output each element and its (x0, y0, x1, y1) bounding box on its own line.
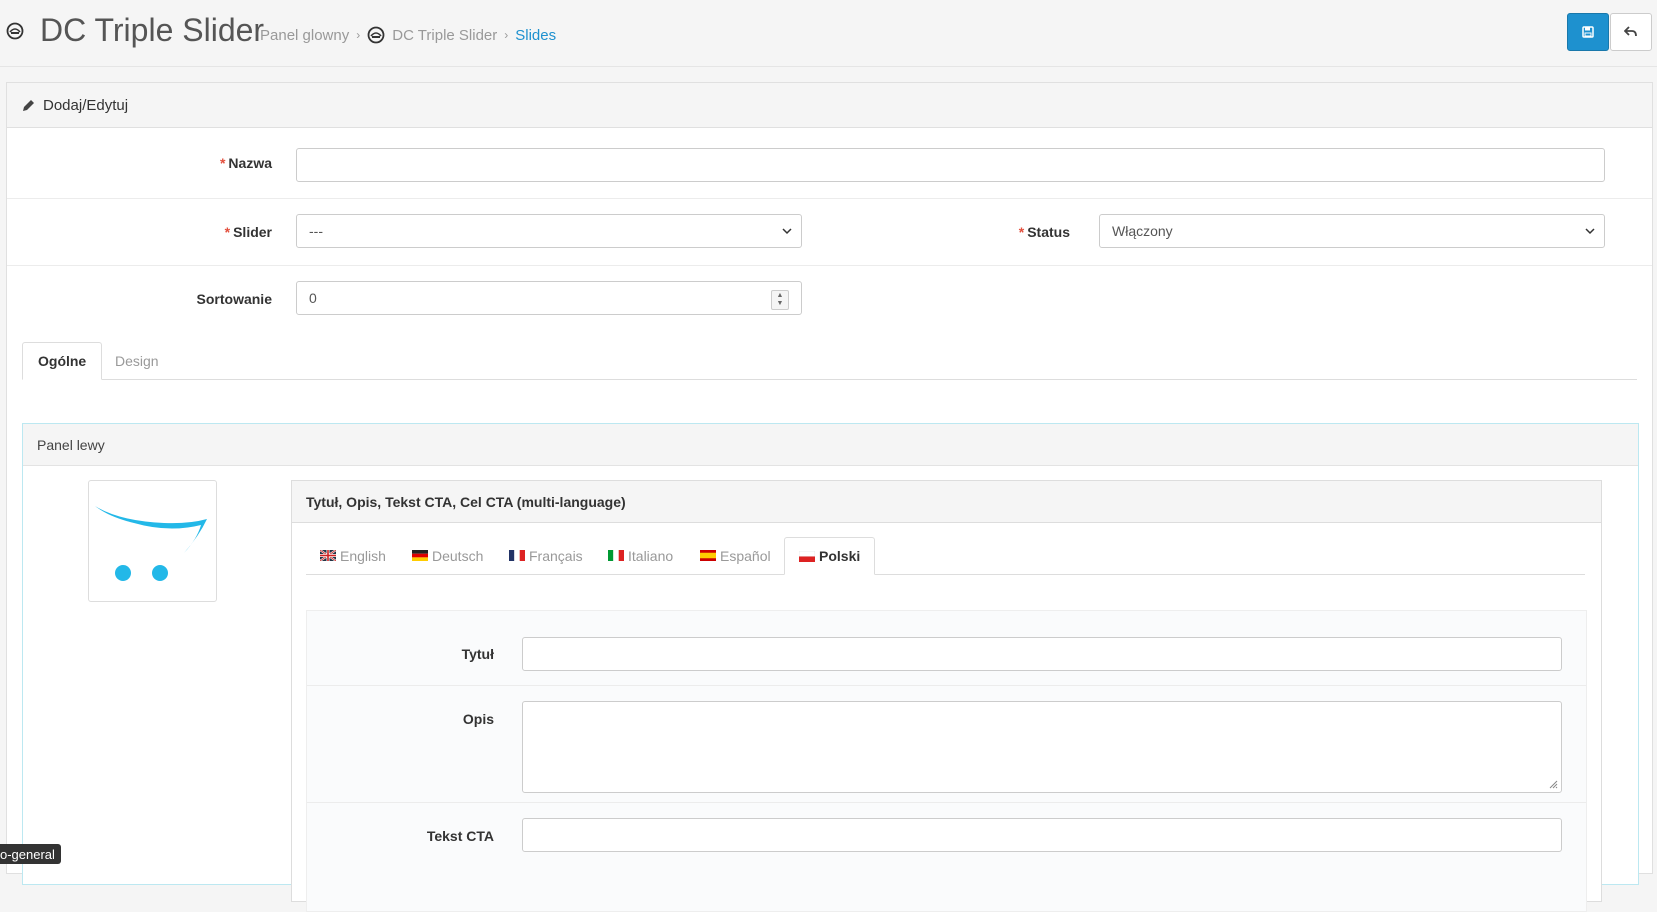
description-textarea[interactable] (522, 701, 1562, 793)
module-logo-icon (367, 26, 385, 44)
tab-lang-deutsch[interactable]: Deutsch (398, 537, 497, 574)
flag-it-icon (608, 550, 624, 561)
status-label: * Status (1018, 224, 1070, 240)
tab-lang-italiano[interactable]: Italiano (594, 537, 687, 574)
breadcrumb-separator-icon: › (504, 28, 509, 42)
name-row: * Nazwa (7, 128, 1652, 199)
left-panel-heading: Panel lewy (23, 424, 1638, 466)
save-button[interactable] (1567, 13, 1609, 51)
breadcrumb-separator-icon: › (356, 28, 361, 42)
slider-select[interactable]: --- (296, 214, 802, 248)
cta-text-label: Tekst CTA (426, 828, 494, 844)
cart-logo-icon (95, 506, 207, 581)
tab-general[interactable]: Ogólne (22, 342, 103, 380)
edit-panel: Dodaj/Edytuj * Nazwa * Slider --- * Status … (6, 82, 1653, 912)
name-label: * Nazwa (219, 155, 272, 171)
cta-text-row: Tekst CTA (307, 803, 1586, 883)
breadcrumb-home[interactable]: Panel glowny (260, 27, 349, 44)
tab-lang-english[interactable]: English (306, 537, 400, 574)
resize-grip-icon[interactable] (1548, 779, 1558, 789)
status-select-value: Włączony (1112, 223, 1173, 239)
sort-row: Sortowanie 0 ▲ ▼ (7, 266, 1652, 332)
chevron-down-icon (782, 228, 792, 235)
description-label: Opis (462, 711, 494, 727)
flag-es-icon (700, 550, 716, 561)
cta-text-input[interactable] (522, 818, 1562, 852)
tooltip: o-general (0, 844, 61, 864)
breadcrumb-current[interactable]: Slides (515, 27, 556, 44)
multilanguage-heading: Tytuł, Opis, Tekst CTA, Cel CTA (multi-l… (292, 481, 1601, 523)
pencil-icon (23, 99, 34, 111)
save-icon (1582, 26, 1594, 38)
flag-de-icon (412, 550, 428, 561)
chevron-down-icon (1585, 228, 1595, 235)
status-select[interactable]: Włączony (1099, 214, 1605, 248)
panel-heading: Dodaj/Edytuj (7, 83, 1652, 128)
language-content-polski: Tytuł Opis Tekst CTA (306, 610, 1587, 912)
tab-design[interactable]: Design (100, 342, 174, 379)
description-row: Opis (307, 686, 1586, 803)
flag-pl-icon (799, 550, 815, 562)
sort-input[interactable]: 0 ▲ ▼ (296, 281, 802, 315)
breadcrumb: Panel glowny › DC Triple Slider › Slides (260, 26, 556, 44)
slide-image-thumbnail[interactable] (88, 480, 217, 602)
back-button[interactable] (1610, 13, 1652, 51)
tab-lang-polski[interactable]: Polski (784, 537, 876, 575)
flag-uk-icon (320, 550, 336, 561)
sort-value: 0 (309, 290, 317, 306)
breadcrumb-module[interactable]: DC Triple Slider (392, 27, 497, 44)
title-label: Tytuł (461, 646, 494, 662)
tab-lang-francais[interactable]: Français (495, 537, 597, 574)
slider-status-row: * Slider --- * Status Włączony (7, 199, 1652, 266)
title-row: Tytuł (307, 611, 1586, 686)
module-logo-icon (6, 22, 24, 40)
flag-fr-icon (509, 550, 525, 561)
multilanguage-panel: Tytuł, Opis, Tekst CTA, Cel CTA (multi-l… (291, 480, 1602, 912)
tab-lang-espanol[interactable]: Español (686, 537, 785, 574)
number-spinner[interactable]: ▲ ▼ (771, 290, 789, 310)
panel-heading-title: Dodaj/Edytuj (43, 96, 129, 114)
left-panel: Panel lewy Tytuł, Opis, Tekst CTA, Cel C… (22, 423, 1639, 912)
language-tabs: English Deutsch Français Italiano Españo… (306, 537, 1585, 575)
main-tabs: Ogólne Design (22, 342, 1637, 380)
slider-select-value: --- (309, 223, 323, 239)
reply-icon (1624, 26, 1637, 37)
page-header: DC Triple Slider Panel glowny › DC Tripl… (0, 0, 1657, 67)
slider-label: * Slider (224, 224, 272, 240)
title-input[interactable] (522, 637, 1562, 671)
sort-label: Sortowanie (196, 291, 272, 307)
page-title: DC Triple Slider (40, 12, 265, 48)
name-input[interactable] (296, 148, 1605, 182)
